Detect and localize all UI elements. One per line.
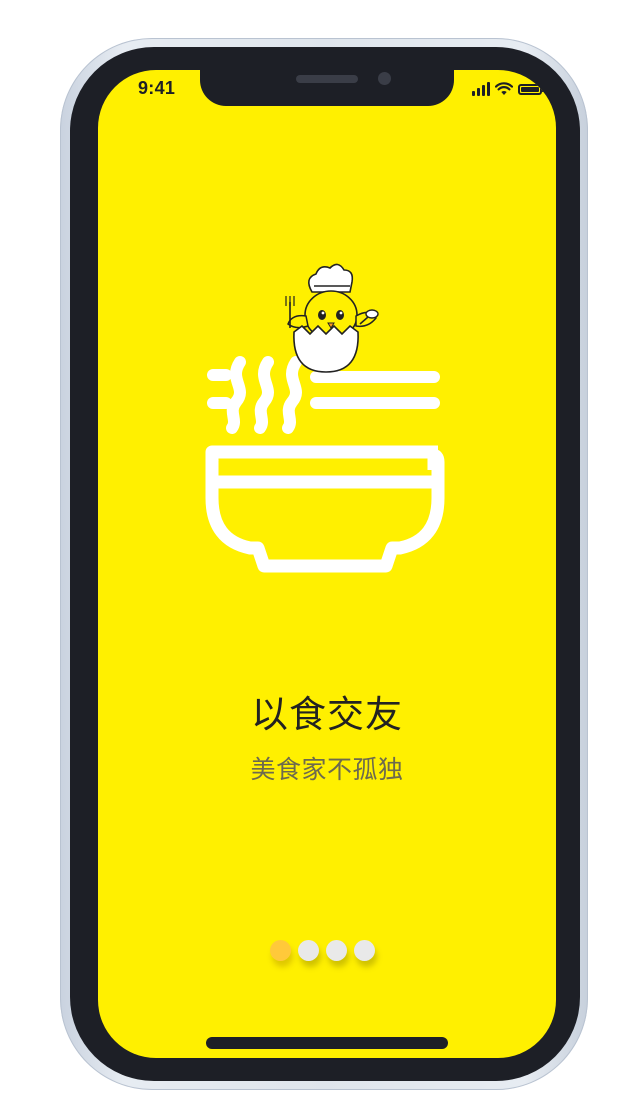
chopsticks-icon [310, 371, 440, 409]
page-indicator [270, 940, 375, 961]
noodle-bowl-icon [205, 445, 445, 573]
page-dot-2[interactable] [298, 940, 319, 961]
onboarding-title: 以食交友 [251, 693, 403, 736]
onboarding-subtitle: 美食家不孤独 [250, 755, 404, 784]
steam-icon [207, 356, 302, 434]
onboarding-illustration [205, 263, 445, 573]
page-dot-1[interactable] [270, 940, 291, 961]
device-mockup: 9:41 以食交友 美食家不孤独 [0, 0, 639, 1106]
page-dot-3[interactable] [326, 940, 347, 961]
chick-chef-mascot [285, 263, 379, 373]
page-dot-4[interactable] [354, 940, 375, 961]
home-indicator[interactable] [206, 1037, 448, 1049]
onboarding-screen: 9:41 以食交友 美食家不孤独 [98, 70, 556, 1058]
